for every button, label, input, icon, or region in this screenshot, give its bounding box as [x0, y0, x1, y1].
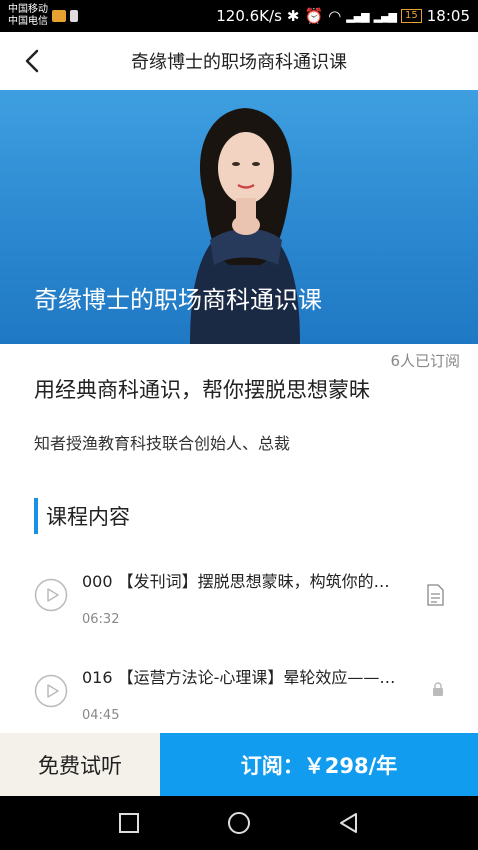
section-heading-label: 课程内容	[46, 505, 130, 529]
action-bar: 免费试听 订阅：￥298/年	[0, 733, 478, 796]
section-heading: 课程内容	[34, 498, 130, 534]
signal-4g-icon: ▂▄▆	[373, 9, 397, 23]
lesson-duration: 04:45	[82, 708, 120, 723]
status-indicators: 120.6K/s ✱ ⏰ ◠ ▂▄▆ ▂▄▆ 15 18:05	[216, 7, 470, 25]
signal-2g-icon: ▂▄▆	[346, 9, 369, 23]
lesson-item[interactable]: 016 【运营方法论-心理课】晕轮效应——… 04:45	[0, 656, 478, 736]
course-banner: 奇缘博士的职场商科通识课	[0, 90, 478, 344]
sim-notification-icon	[70, 10, 78, 22]
carrier-1: 中国移动	[8, 4, 48, 15]
app-notification-icon	[52, 10, 66, 22]
subscriber-count: 6人已订阅	[390, 352, 460, 370]
back-icon[interactable]	[336, 810, 362, 836]
carrier-group: 中国移动 中国电信	[8, 4, 78, 28]
free-trial-button[interactable]: 免费试听	[0, 733, 160, 796]
alarm-icon: ⏰	[304, 7, 324, 25]
course-headline: 用经典商科通识，帮你摆脱思想蒙昧	[34, 378, 370, 402]
lesson-item[interactable]: 000 【发刊词】摆脱思想蒙昧，构筑你的… 06:32	[0, 560, 478, 640]
battery-icon: 15	[401, 9, 422, 23]
recent-apps-icon[interactable]	[116, 810, 142, 836]
carrier-2: 中国电信	[8, 16, 48, 27]
lesson-title: 000 【发刊词】摆脱思想蒙昧，构筑你的…	[82, 572, 390, 591]
carrier-labels: 中国移动 中国电信	[8, 4, 48, 28]
wifi-icon: ◠	[328, 7, 342, 25]
system-nav-bar	[0, 796, 478, 850]
play-icon[interactable]	[34, 578, 68, 612]
lock-icon	[433, 682, 443, 696]
clock: 18:05	[426, 7, 470, 25]
play-icon[interactable]	[34, 674, 68, 708]
lesson-duration: 06:32	[82, 612, 120, 627]
document-icon[interactable]	[426, 584, 444, 606]
back-arrow-icon[interactable]	[18, 46, 48, 76]
author-description: 知者授渔教育科技联合创始人、总裁	[34, 434, 291, 453]
subscribe-button[interactable]: 订阅：￥298/年	[160, 733, 478, 796]
bluetooth-icon: ✱	[286, 7, 300, 25]
status-bar: 中国移动 中国电信 120.6K/s ✱ ⏰ ◠ ▂▄▆ ▂▄▆ 15 18:0…	[0, 0, 478, 32]
banner-title: 奇缘博士的职场商科通识课	[34, 286, 322, 314]
lesson-title: 016 【运营方法论-心理课】晕轮效应——…	[82, 668, 396, 687]
home-icon[interactable]	[226, 810, 252, 836]
nav-bar: 奇缘博士的职场商科通识课	[0, 32, 478, 90]
page-title: 奇缘博士的职场商科通识课	[131, 52, 347, 73]
net-speed: 120.6K/s	[216, 7, 282, 25]
